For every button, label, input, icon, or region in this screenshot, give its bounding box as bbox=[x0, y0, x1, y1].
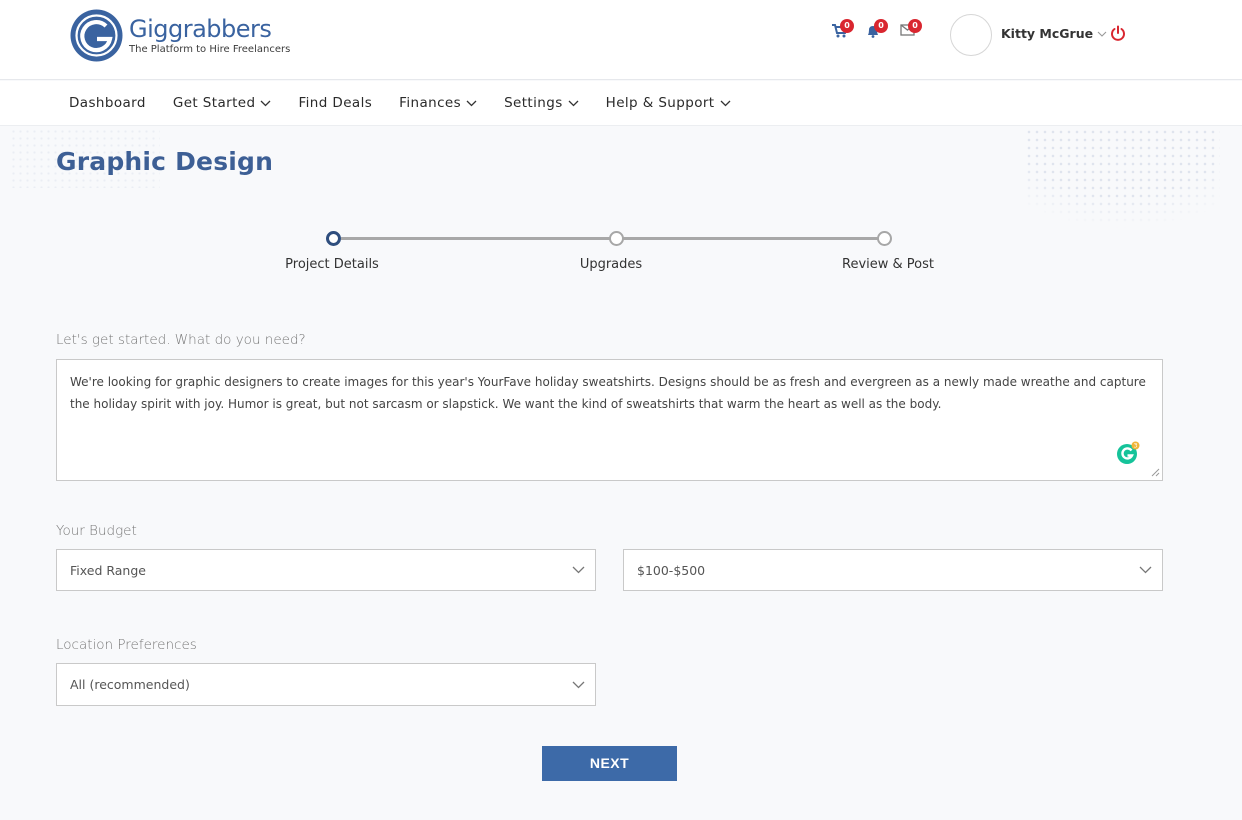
nav-get-started[interactable]: Get Started bbox=[173, 95, 272, 111]
nav-label: Find Deals bbox=[298, 95, 373, 111]
messages-badge: 0 bbox=[908, 19, 922, 33]
location-select[interactable]: All (recommended) bbox=[56, 663, 596, 706]
chevron-down-icon bbox=[1139, 566, 1152, 574]
step-dot-review-post[interactable] bbox=[877, 231, 892, 246]
chevron-down-icon bbox=[572, 681, 585, 688]
chevron-down-icon bbox=[720, 100, 730, 106]
cart-badge: 0 bbox=[840, 19, 854, 33]
chevron-down-icon bbox=[260, 100, 271, 106]
description-textarea[interactable]: We're looking for graphic designers to c… bbox=[56, 359, 1163, 481]
brand-name: Giggrabbers bbox=[129, 14, 272, 43]
resize-handle-icon[interactable] bbox=[1151, 468, 1160, 477]
logo-icon bbox=[70, 9, 123, 62]
stepper-line bbox=[341, 237, 611, 240]
messages-button[interactable]: 0 bbox=[900, 19, 922, 40]
budget-type-select[interactable]: Fixed Range bbox=[56, 549, 596, 591]
nav-find-deals[interactable]: Find Deals bbox=[298, 95, 372, 111]
step-dot-project-details[interactable] bbox=[326, 231, 341, 246]
location-value: All (recommended) bbox=[70, 677, 190, 692]
user-menu[interactable]: Kitty McGrue bbox=[1001, 26, 1107, 41]
step-label-project-details: Project Details bbox=[285, 257, 379, 272]
nav-label: Settings bbox=[504, 95, 563, 111]
budget-type-value: Fixed Range bbox=[70, 562, 146, 578]
budget-range-value: $100-$500 bbox=[637, 562, 706, 578]
avatar[interactable] bbox=[950, 14, 992, 56]
next-button[interactable]: NEXT bbox=[542, 746, 677, 781]
chevron-down-icon bbox=[568, 100, 579, 106]
step-label-upgrades: Upgrades bbox=[579, 257, 643, 272]
grammarly-icon[interactable]: 3 bbox=[1116, 441, 1140, 465]
nav-finances[interactable]: Finances bbox=[399, 95, 477, 111]
main-nav: Dashboard Get Started Find Deals Finance… bbox=[0, 81, 1242, 126]
nav-dashboard[interactable]: Dashboard bbox=[69, 95, 146, 111]
page-title: Graphic Design bbox=[56, 147, 274, 176]
location-label: Location Preferences bbox=[56, 637, 197, 653]
budget-label: Your Budget bbox=[56, 523, 137, 539]
header-icons: 0 0 0 bbox=[832, 19, 934, 40]
budget-range-select[interactable]: $100-$500 bbox=[623, 549, 1163, 591]
nav-help-support[interactable]: Help & Support bbox=[606, 95, 731, 111]
nav-label: Dashboard bbox=[69, 95, 146, 111]
power-icon[interactable] bbox=[1110, 25, 1126, 41]
chevron-down-icon bbox=[1097, 31, 1107, 37]
description-label: Let's get started. What do you need? bbox=[56, 332, 306, 348]
user-name: Kitty McGrue bbox=[1001, 26, 1094, 41]
chevron-down-icon bbox=[572, 566, 585, 574]
step-label-review-post: Review & Post bbox=[842, 257, 934, 272]
nav-label: Help & Support bbox=[605, 95, 715, 111]
stepper-line bbox=[623, 237, 878, 240]
step-dot-upgrades[interactable] bbox=[609, 231, 624, 246]
header: Giggrabbers The Platform to Hire Freelan… bbox=[0, 0, 1242, 80]
cart-button[interactable]: 0 bbox=[832, 19, 854, 40]
nav-settings[interactable]: Settings bbox=[504, 95, 579, 111]
notifications-badge: 0 bbox=[874, 19, 888, 33]
chevron-down-icon bbox=[466, 100, 477, 106]
nav-label: Finances bbox=[399, 95, 462, 111]
nav-label: Get Started bbox=[172, 95, 256, 111]
grammarly-count: 3 bbox=[1134, 443, 1138, 450]
brand-tagline: The Platform to Hire Freelancers bbox=[129, 43, 291, 55]
notifications-button[interactable]: 0 bbox=[866, 19, 888, 40]
logo[interactable]: Giggrabbers The Platform to Hire Freelan… bbox=[70, 9, 290, 62]
decorative-dots bbox=[1025, 128, 1220, 253]
